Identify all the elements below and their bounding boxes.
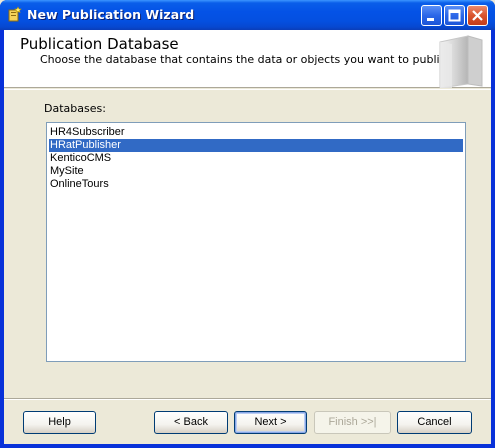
wizard-window: New Publication Wizard Publication Datab… (0, 0, 495, 448)
close-icon (472, 10, 483, 21)
list-item[interactable]: HRatPublisher (49, 139, 463, 152)
wizard-header: Publication Database Choose the database… (4, 30, 491, 88)
list-item[interactable]: OnlineTours (49, 178, 463, 191)
wizard-app-icon (8, 6, 22, 22)
title-bar[interactable]: New Publication Wizard (0, 0, 495, 30)
databases-listbox[interactable]: HR4Subscriber HRatPublisher KenticoCMS M… (46, 122, 466, 362)
help-button[interactable]: Help (23, 411, 96, 434)
maximize-icon (448, 9, 461, 22)
close-button[interactable] (467, 5, 488, 26)
dialog-client: Publication Database Choose the database… (4, 30, 491, 444)
minimize-button[interactable] (421, 5, 442, 26)
window-title: New Publication Wizard (27, 7, 195, 22)
list-item[interactable]: MySite (49, 165, 463, 178)
cancel-button[interactable]: Cancel (397, 411, 472, 434)
list-item[interactable]: KenticoCMS (49, 152, 463, 165)
button-separator (4, 398, 491, 400)
page-title: Publication Database (20, 35, 179, 53)
database-book-icon (439, 35, 483, 88)
maximize-button[interactable] (444, 5, 465, 26)
header-divider (4, 89, 491, 90)
page-subtitle: Choose the database that contains the da… (40, 53, 456, 66)
back-button[interactable]: < Back (154, 411, 228, 434)
list-item[interactable]: HR4Subscriber (49, 126, 463, 139)
next-button[interactable]: Next > (234, 411, 307, 434)
minimize-icon (427, 18, 434, 21)
databases-label: Databases: (44, 102, 106, 115)
finish-button[interactable]: Finish >>| (314, 411, 391, 434)
